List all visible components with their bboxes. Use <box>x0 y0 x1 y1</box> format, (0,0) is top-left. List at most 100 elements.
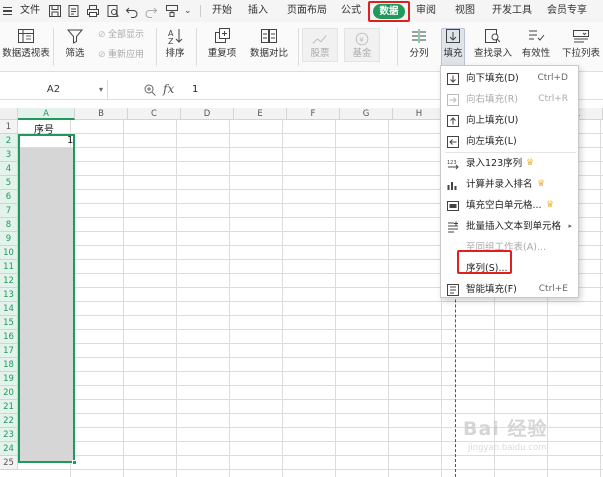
fill-handle[interactable] <box>72 460 77 465</box>
row-header[interactable]: 25 <box>0 456 18 470</box>
row-header[interactable]: 8 <box>0 218 18 232</box>
column-header-c[interactable]: C <box>128 108 181 120</box>
data-compare-button[interactable]: 数据对比 <box>246 24 292 68</box>
tab-developer[interactable]: 开发工具 <box>492 0 532 22</box>
function-icon[interactable]: fx <box>163 82 174 96</box>
sort-button[interactable]: AZ 排序 <box>160 24 190 68</box>
duplicates-button[interactable]: 重复项 <box>203 24 241 68</box>
menu-item-rank[interactable]: 计算并录入排名 ♛ <box>441 174 578 195</box>
row-header[interactable]: 6 <box>0 190 18 204</box>
row-header[interactable]: 16 <box>0 330 18 344</box>
quick-access-more-icon[interactable]: ⌄ <box>184 4 198 18</box>
file-menu[interactable]: 文件 <box>20 0 40 22</box>
row-header[interactable]: 4 <box>0 162 18 176</box>
menu-item-batch-insert[interactable]: 批量插入文本到单元格 ▸ <box>441 216 578 237</box>
duplicates-icon <box>215 28 230 43</box>
tab-review[interactable]: 审阅 <box>416 0 436 22</box>
format-painter-icon[interactable] <box>165 4 179 18</box>
row-header[interactable]: 10 <box>0 246 18 260</box>
formula-input[interactable]: 1 <box>192 80 198 100</box>
row-header[interactable]: 14 <box>0 302 18 316</box>
column-header-b[interactable]: B <box>75 108 128 120</box>
fill-button[interactable]: 填充 <box>438 24 468 68</box>
sequence-123-icon: 123 <box>447 157 459 170</box>
svg-text:Z: Z <box>168 37 174 46</box>
tab-page-layout[interactable]: 页面布局 <box>287 0 327 22</box>
stock-label-wrap: 股票 <box>302 48 338 64</box>
menu-item-fill-left[interactable]: 向左填充(L) <box>441 131 578 152</box>
pivot-table-button[interactable]: 数据透视表 <box>2 24 50 68</box>
row-header[interactable]: 17 <box>0 344 18 358</box>
rank-chart-icon <box>447 178 459 190</box>
row-header[interactable]: 1 <box>0 120 18 134</box>
undo-icon[interactable] <box>125 4 139 18</box>
menu-item-label: 向上填充(U) <box>466 115 519 126</box>
cell-a2[interactable]: 1 <box>67 135 73 146</box>
lookup-entry-button[interactable]: 查找录入 <box>472 24 514 68</box>
fill-right-icon <box>447 93 459 106</box>
pivot-table-label: 数据透视表 <box>2 48 50 59</box>
validity-button[interactable]: 有效性 <box>518 24 554 68</box>
row-header[interactable]: 24 <box>0 442 18 456</box>
menu-item-fill-up[interactable]: 向上填充(U) <box>441 110 578 131</box>
menu-hamburger-icon[interactable] <box>3 7 12 15</box>
show-all-button[interactable]: ⊘ 全部显示 <box>98 28 144 42</box>
row-header[interactable]: 15 <box>0 316 18 330</box>
row-header[interactable]: 3 <box>0 148 18 162</box>
cell-a1[interactable]: 序号 <box>34 121 54 136</box>
crown-icon: ♛ <box>526 158 535 168</box>
tab-member[interactable]: 会员专享 <box>547 0 587 22</box>
tab-home[interactable]: 开始 <box>212 0 232 22</box>
zoom-icon[interactable] <box>143 83 157 97</box>
print-preview-icon[interactable] <box>106 4 120 18</box>
column-header-h[interactable]: H <box>393 108 446 120</box>
row-header[interactable]: 2 <box>0 134 18 148</box>
row-header[interactable]: 23 <box>0 428 18 442</box>
tab-view[interactable]: 视图 <box>455 0 475 22</box>
row-header[interactable]: 22 <box>0 414 18 428</box>
reapply-button[interactable]: ⊘ 重新应用 <box>98 48 144 62</box>
row-header[interactable]: 21 <box>0 400 18 414</box>
row-header[interactable]: 11 <box>0 260 18 274</box>
fill-left-icon <box>447 135 459 148</box>
select-all-corner[interactable] <box>0 108 18 120</box>
row-header[interactable]: 7 <box>0 204 18 218</box>
menu-item-label: 智能填充(F) <box>466 284 517 295</box>
ribbon-divider <box>156 28 157 66</box>
dropdown-list-icon <box>573 30 589 43</box>
menu-bar: 文件 ⌄ 开始 插入 页面布局 公式 数据 审阅 视图 开发工具 会员专享 <box>0 0 603 22</box>
row-header[interactable]: 19 <box>0 372 18 386</box>
tab-insert[interactable]: 插入 <box>248 0 268 22</box>
export-pdf-icon[interactable] <box>67 4 81 18</box>
filter-button[interactable]: 筛选 <box>60 24 90 68</box>
row-header[interactable]: 13 <box>0 288 18 302</box>
menu-item-fill-down[interactable]: 向下填充(D) Ctrl+D <box>441 68 578 89</box>
save-icon[interactable] <box>48 4 62 18</box>
column-header-d[interactable]: D <box>181 108 234 120</box>
redo-icon[interactable] <box>144 4 158 18</box>
row-header[interactable]: 5 <box>0 176 18 190</box>
name-box-dropdown-icon[interactable]: ▾ <box>99 80 103 100</box>
menu-item-fill-right[interactable]: 向右填充(R) Ctrl+R <box>441 89 578 110</box>
menu-item-label: 填充空白单元格... <box>466 200 542 211</box>
ribbon-divider <box>53 28 54 66</box>
menu-item-smart-fill[interactable]: 智能填充(F) Ctrl+E <box>441 279 578 300</box>
menu-item-sequence-123[interactable]: 123 录入123序列 ♛ <box>441 153 578 174</box>
row-header[interactable]: 18 <box>0 358 18 372</box>
dropdown-list-button[interactable]: 下拉列表 <box>560 24 602 68</box>
tab-formulas[interactable]: 公式 <box>341 0 361 22</box>
split-column-button[interactable]: 分列 <box>404 24 434 68</box>
menu-item-fill-blank[interactable]: 填充空白单元格... ♛ <box>441 195 578 216</box>
lookup-entry-icon <box>485 29 501 43</box>
row-header[interactable]: 20 <box>0 386 18 400</box>
row-header[interactable]: 12 <box>0 274 18 288</box>
column-header-a[interactable]: A <box>18 108 75 120</box>
name-box[interactable]: A2 ▾ <box>0 80 108 100</box>
split-column-icon <box>412 29 426 43</box>
row-header[interactable]: 9 <box>0 232 18 246</box>
column-header-g[interactable]: G <box>340 108 393 120</box>
selection-border <box>18 134 75 463</box>
column-header-e[interactable]: E <box>234 108 287 120</box>
column-header-f[interactable]: F <box>287 108 340 120</box>
print-icon[interactable] <box>86 4 100 18</box>
